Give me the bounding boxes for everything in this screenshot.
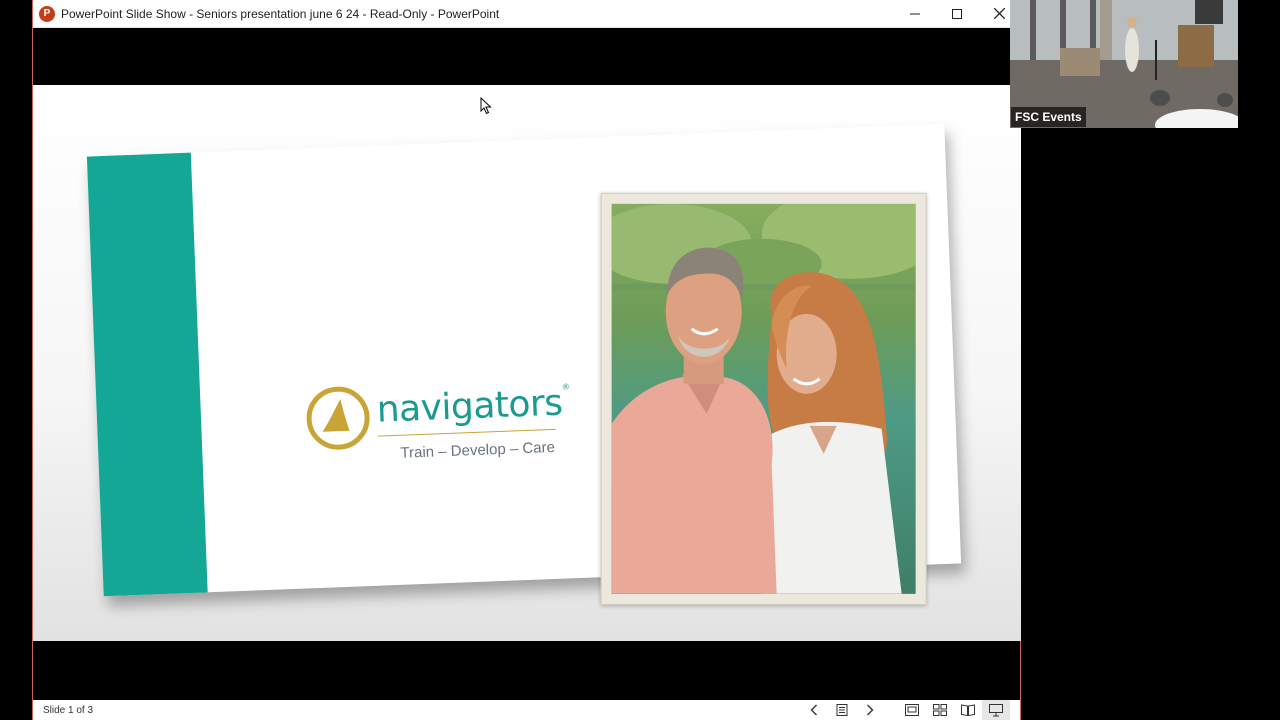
slideshow-navigation bbox=[800, 700, 1010, 720]
minimize-button[interactable] bbox=[894, 0, 936, 28]
slide-sorter-icon bbox=[933, 704, 947, 716]
navigators-logo: navigators® Train – Develop – Care bbox=[304, 376, 577, 476]
maximize-icon bbox=[952, 8, 962, 19]
normal-view-button[interactable] bbox=[898, 700, 926, 720]
next-slide-button[interactable] bbox=[856, 700, 884, 720]
next-slide-icon bbox=[867, 704, 874, 716]
powerpoint-app-icon: P bbox=[39, 5, 55, 22]
previous-slide-icon bbox=[810, 704, 817, 716]
photo-frame bbox=[600, 192, 927, 605]
logo-tagline: Train – Develop – Care bbox=[400, 438, 556, 462]
normal-view-icon bbox=[905, 704, 919, 716]
reading-view-button[interactable] bbox=[954, 700, 982, 720]
slide-menu-button[interactable] bbox=[828, 700, 856, 720]
close-icon bbox=[993, 8, 1005, 19]
maximize-button[interactable] bbox=[936, 0, 978, 28]
couple-photo bbox=[611, 203, 916, 594]
logo-wordmark: navigators® bbox=[376, 382, 570, 431]
slide-show-icon bbox=[989, 703, 1003, 716]
slide-canvas[interactable]: navigators® Train – Develop – Care bbox=[33, 85, 1021, 641]
slide-counter: Slide 1 of 3 bbox=[43, 704, 94, 716]
video-feed-tile[interactable]: FSC Events bbox=[1010, 0, 1238, 128]
reading-view-icon bbox=[961, 704, 975, 716]
teal-accent-band bbox=[86, 152, 208, 597]
slide-show-button[interactable] bbox=[982, 700, 1010, 720]
window-title: PowerPoint Slide Show - Seniors presenta… bbox=[61, 6, 500, 21]
slideshow-status-bar: Slide 1 of 3 bbox=[33, 700, 1020, 720]
powerpoint-window: P PowerPoint Slide Show - Seniors presen… bbox=[32, 0, 1021, 720]
window-controls bbox=[894, 0, 1020, 28]
title-bar: P PowerPoint Slide Show - Seniors presen… bbox=[33, 0, 1020, 28]
registered-mark: ® bbox=[561, 382, 570, 392]
minimize-icon bbox=[910, 13, 920, 14]
video-participant-label: FSC Events bbox=[1011, 107, 1086, 127]
logo-divider bbox=[377, 428, 556, 437]
mouse-cursor-icon bbox=[480, 97, 492, 115]
sail-logo-icon bbox=[306, 386, 370, 450]
slide-sorter-button[interactable] bbox=[926, 700, 954, 720]
previous-slide-button[interactable] bbox=[800, 700, 828, 720]
slide-card: navigators® Train – Develop – Care bbox=[86, 123, 962, 605]
screen: P PowerPoint Slide Show - Seniors presen… bbox=[0, 0, 1280, 720]
slide-menu-icon bbox=[836, 704, 848, 716]
